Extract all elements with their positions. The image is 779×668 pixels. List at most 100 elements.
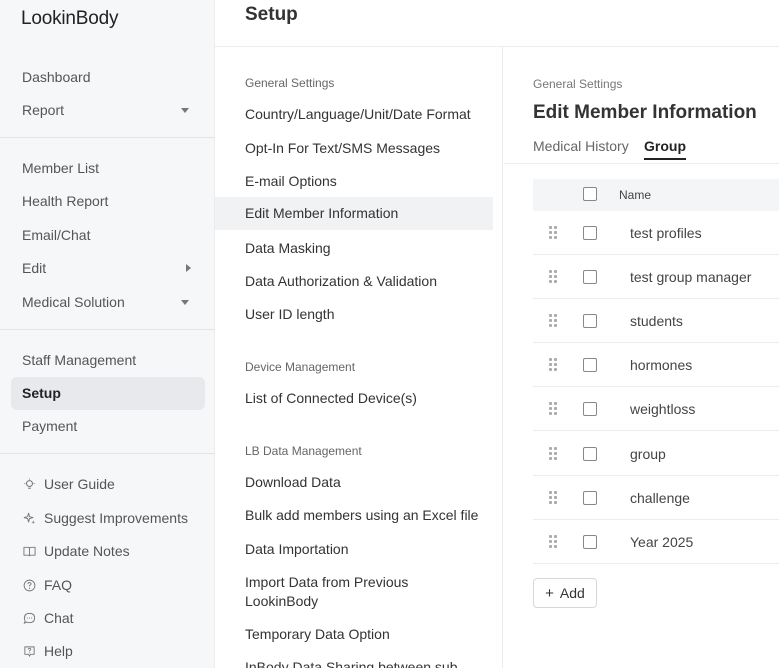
settings-item-inbody-sharing[interactable]: InBody Data Sharing between sub	[215, 658, 493, 668]
sidebar-item-suggest-improvements[interactable]: Suggest Improvements	[22, 506, 188, 530]
add-group-button[interactable]: + Add	[533, 578, 597, 608]
row-checkbox[interactable]	[583, 447, 597, 461]
sidebar: LookinBody Dashboard Report Member List …	[0, 0, 215, 668]
settings-item-bulk-add-members[interactable]: Bulk add members using an Excel file	[215, 506, 493, 525]
settings-item-data-importation[interactable]: Data Importation	[215, 540, 493, 559]
detail-panel: General Settings Edit Member Information…	[504, 47, 779, 668]
sidebar-divider	[0, 453, 215, 454]
sidebar-item-dashboard[interactable]: Dashboard	[11, 61, 205, 94]
drag-handle-icon[interactable]	[549, 491, 557, 504]
settings-item-opt-in-sms[interactable]: Opt-In For Text/SMS Messages	[215, 139, 493, 158]
sidebar-item-label: Setup	[22, 385, 61, 401]
sidebar-item-label: Medical Solution	[22, 294, 125, 310]
row-name: hormones	[630, 357, 693, 373]
settings-item-download-data[interactable]: Download Data	[215, 473, 493, 492]
breadcrumb: General Settings	[533, 77, 623, 91]
sidebar-item-label: Dashboard	[22, 69, 91, 85]
row-checkbox[interactable]	[583, 358, 597, 372]
row-name: challenge	[630, 490, 690, 506]
help-icon	[22, 644, 36, 658]
page-header: Setup	[215, 0, 779, 47]
sidebar-item-payment[interactable]: Payment	[11, 410, 205, 443]
lightbulb-icon	[22, 477, 36, 491]
drag-handle-icon[interactable]	[549, 535, 557, 548]
sidebar-item-report[interactable]: Report	[11, 94, 205, 127]
row-name: group	[630, 446, 666, 462]
chat-icon	[22, 611, 36, 625]
table-row: test group manager	[533, 255, 779, 299]
sidebar-item-faq[interactable]: FAQ	[22, 573, 72, 597]
section-title-device: Device Management	[245, 360, 356, 374]
help-item-label: User Guide	[44, 476, 115, 492]
sidebar-item-medical-solution[interactable]: Medical Solution	[11, 286, 205, 319]
help-item-label: Update Notes	[44, 543, 130, 559]
sidebar-item-edit[interactable]: Edit	[11, 252, 205, 285]
drag-handle-icon[interactable]	[549, 314, 557, 327]
plus-icon: +	[545, 584, 554, 602]
settings-item-data-masking[interactable]: Data Masking	[215, 239, 493, 258]
sidebar-item-label: Email/Chat	[22, 227, 91, 243]
book-icon	[22, 544, 36, 558]
sidebar-item-member-list[interactable]: Member List	[11, 152, 205, 185]
drag-handle-icon[interactable]	[549, 402, 557, 415]
sidebar-item-health-report[interactable]: Health Report	[11, 185, 205, 218]
row-name: test profiles	[630, 225, 702, 241]
tab-medical-history[interactable]: Medical History	[533, 138, 629, 158]
question-icon	[22, 578, 36, 592]
settings-item-country-language[interactable]: Country/Language/Unit/Date Format	[215, 105, 493, 124]
table-row: students	[533, 299, 779, 343]
row-checkbox[interactable]	[583, 402, 597, 416]
row-name: weightloss	[630, 401, 696, 417]
table-row: challenge	[533, 476, 779, 520]
row-name: test group manager	[630, 269, 752, 285]
row-name: Year 2025	[630, 534, 694, 550]
column-header-name: Name	[619, 188, 652, 202]
table-row: Year 2025	[533, 520, 779, 564]
sidebar-item-staff-management[interactable]: Staff Management	[11, 344, 205, 377]
sidebar-item-setup[interactable]: Setup	[11, 377, 205, 410]
row-checkbox[interactable]	[583, 226, 597, 240]
sidebar-item-update-notes[interactable]: Update Notes	[22, 539, 130, 563]
select-all-checkbox[interactable]	[583, 187, 597, 201]
sidebar-divider	[0, 137, 215, 138]
drag-handle-icon[interactable]	[549, 358, 557, 371]
caret-down-icon	[181, 300, 189, 305]
settings-item-connected-devices[interactable]: List of Connected Device(s)	[215, 389, 493, 408]
drag-handle-icon[interactable]	[549, 447, 557, 460]
app-logo: LookinBody	[21, 8, 119, 29]
settings-item-edit-member-information[interactable]: Edit Member Information	[215, 197, 493, 230]
section-title-general: General Settings	[245, 76, 335, 90]
caret-down-icon	[181, 108, 189, 113]
sidebar-item-user-guide[interactable]: User Guide	[22, 472, 115, 496]
settings-item-temporary-data[interactable]: Temporary Data Option	[215, 625, 493, 644]
help-item-label: Suggest Improvements	[44, 510, 188, 526]
sidebar-item-chat[interactable]: Chat	[22, 606, 74, 630]
settings-item-data-authorization[interactable]: Data Authorization & Validation	[215, 272, 493, 291]
settings-item-user-id-length[interactable]: User ID length	[215, 305, 493, 324]
sidebar-item-email-chat[interactable]: Email/Chat	[11, 219, 205, 252]
row-checkbox[interactable]	[583, 270, 597, 284]
sidebar-item-label: Staff Management	[22, 352, 137, 368]
sidebar-item-label: Health Report	[22, 193, 109, 209]
sidebar-item-label: Payment	[22, 418, 78, 434]
sidebar-item-label: Member List	[22, 160, 100, 176]
row-checkbox[interactable]	[583, 491, 597, 505]
detail-title: Edit Member Information	[533, 102, 757, 123]
tab-group[interactable]: Group	[644, 138, 686, 160]
settings-menu: General Settings Country/Language/Unit/D…	[215, 47, 503, 668]
drag-handle-icon[interactable]	[549, 270, 557, 283]
settings-item-email-options[interactable]: E-mail Options	[215, 172, 493, 191]
drag-handle-icon[interactable]	[549, 226, 557, 239]
help-item-label: Chat	[44, 610, 74, 626]
sparkle-icon	[22, 511, 36, 525]
settings-item-import-previous[interactable]: Import Data from Previous LookinBody	[215, 573, 435, 611]
row-name: students	[630, 313, 683, 329]
row-checkbox[interactable]	[583, 535, 597, 549]
table-row: test profiles	[533, 211, 779, 255]
sidebar-divider	[0, 329, 215, 330]
section-title-lb-data: LB Data Management	[245, 444, 362, 458]
help-item-label: FAQ	[44, 577, 73, 593]
row-checkbox[interactable]	[583, 314, 597, 328]
tabs-divider	[504, 163, 779, 164]
sidebar-item-help[interactable]: Help	[22, 639, 73, 663]
